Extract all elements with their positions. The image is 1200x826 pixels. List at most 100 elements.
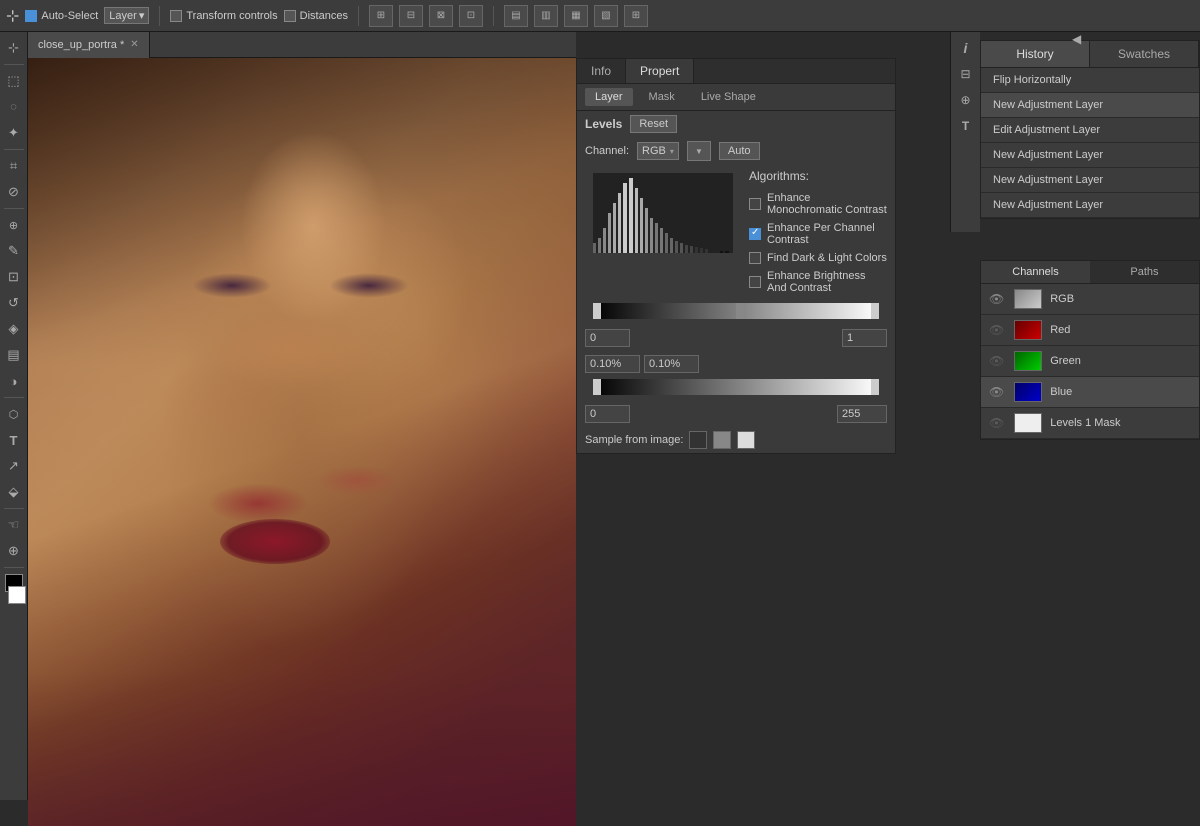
channel-select[interactable]: RGB ▾ (637, 142, 679, 160)
history-item-5[interactable]: New Adjustment Layer (981, 193, 1199, 218)
quick-select-tool[interactable]: ✦ (2, 121, 26, 145)
swatches-tab[interactable]: Swatches (1090, 41, 1199, 67)
align-right-btn[interactable]: ⊠ (429, 5, 453, 27)
eye-icon-rgb[interactable]: 👁 (989, 292, 1004, 306)
output-highlight-handle[interactable] (871, 379, 879, 395)
tab-info[interactable]: Info (577, 59, 626, 83)
type-tool[interactable]: T (2, 428, 26, 452)
input-slider[interactable] (593, 303, 879, 319)
channel-mask[interactable]: 👁 Levels 1 Mask (981, 408, 1199, 439)
eye-icon-green[interactable]: 👁 (989, 354, 1004, 368)
channels-tab[interactable]: Channels (981, 261, 1090, 283)
eraser-tool[interactable]: ◈ (2, 317, 26, 341)
align-top-btn[interactable]: ⊡ (459, 5, 483, 27)
output-max-field[interactable] (837, 405, 887, 423)
tab-properties[interactable]: Propert (626, 59, 694, 83)
history-item-3[interactable]: New Adjustment Layer (981, 143, 1199, 168)
eye-icon-mask[interactable]: 👁 (989, 416, 1004, 430)
subtab-layer[interactable]: Layer (585, 88, 633, 106)
channel-options-btn[interactable]: ▼ (687, 141, 711, 161)
channel-blue[interactable]: 👁 Blue (981, 377, 1199, 408)
close-tab-btn[interactable]: ✕ (130, 39, 138, 50)
layer-dropdown[interactable]: Layer ▾ (104, 7, 149, 24)
move-tool[interactable]: ⊹ (2, 36, 26, 60)
algo-checkbox-1[interactable] (749, 228, 761, 240)
auto-btn[interactable]: Auto (719, 142, 760, 160)
shape-tool[interactable]: ⬙ (2, 480, 26, 504)
pen-tool[interactable]: ⬡ (2, 402, 26, 426)
history-item-0[interactable]: Flip Horizontally (981, 68, 1199, 93)
move-icon: ⊹ (6, 6, 19, 26)
align-center-btn[interactable]: ⊟ (399, 5, 423, 27)
eye-icon-blue[interactable]: 👁 (989, 385, 1004, 399)
subtab-mask[interactable]: Mask (639, 88, 685, 106)
histogram-section: Algorithms: Enhance Monochromatic Contra… (577, 165, 895, 301)
output-slider[interactable] (593, 379, 879, 395)
toolbar-separator (159, 6, 160, 26)
reset-btn[interactable]: Reset (630, 115, 677, 133)
document-tab[interactable]: close_up_portra * ✕ (28, 32, 150, 58)
distribute-btn4[interactable]: ▧ (594, 5, 618, 27)
output-min-field[interactable] (585, 405, 630, 423)
history-item-2[interactable]: Edit Adjustment Layer (981, 118, 1199, 143)
transform-controls-checkbox[interactable] (170, 10, 182, 22)
auto-select-label: Auto-Select (41, 10, 98, 22)
eyedropper-tool[interactable]: ⊘ (2, 180, 26, 204)
channel-thumb-blue (1014, 382, 1042, 402)
distribute-btn1[interactable]: ▤ (504, 5, 528, 27)
history-menu: History Swatches Flip Horizontally New A… (980, 40, 1200, 219)
healing-tool[interactable]: ⊕ (2, 213, 26, 237)
distances-checkbox[interactable] (284, 10, 296, 22)
adjustment-icon-btn[interactable]: ⊕ (954, 88, 978, 112)
subtab-live-shape[interactable]: Live Shape (691, 88, 766, 106)
percent1-field[interactable] (585, 355, 640, 373)
sample-mid-swatch[interactable] (713, 431, 731, 449)
marquee-tool[interactable]: ⬚ (2, 69, 26, 93)
distribute-btn5[interactable]: ⊞ (624, 5, 648, 27)
channel-red[interactable]: 👁 Red (981, 315, 1199, 346)
type-icon-btn[interactable]: T (954, 114, 978, 138)
algo-checkbox-0[interactable] (749, 198, 761, 210)
histogram-svg (593, 173, 733, 253)
sample-highlight-swatch[interactable] (737, 431, 755, 449)
highlight-handle[interactable] (871, 303, 879, 319)
zoom-tool[interactable]: ⊕ (2, 539, 26, 563)
tool-separator-2 (4, 149, 24, 150)
hand-tool[interactable]: ☜ (2, 513, 26, 537)
algo-item-0: Enhance Monochromatic Contrast (749, 189, 887, 219)
paths-tab[interactable]: Paths (1090, 261, 1199, 283)
path-select-tool[interactable]: ↗ (2, 454, 26, 478)
canvas-image (28, 58, 576, 826)
channel-green[interactable]: 👁 Green (981, 346, 1199, 377)
percent2-field[interactable] (644, 355, 699, 373)
sample-shadow-swatch[interactable] (689, 431, 707, 449)
algo-checkbox-2[interactable] (749, 252, 761, 264)
lasso-tool[interactable]: ◌ (2, 95, 26, 119)
history-item-1[interactable]: New Adjustment Layer (981, 93, 1199, 118)
channel-rgb[interactable]: 👁 RGB (981, 284, 1199, 315)
clone-tool[interactable]: ⊡ (2, 265, 26, 289)
history-brush-tool[interactable]: ↺ (2, 291, 26, 315)
algo-checkbox-3[interactable] (749, 276, 761, 288)
dodge-tool[interactable]: ◑ (2, 369, 26, 393)
background-color[interactable] (8, 586, 26, 604)
input-min-field[interactable] (585, 329, 630, 347)
algo-item-1: Enhance Per Channel Contrast (749, 219, 887, 249)
properties-icon-btn[interactable]: ⊟ (954, 62, 978, 86)
crop-tool[interactable]: ⌗ (2, 154, 26, 178)
gradient-tool[interactable]: ▤ (2, 343, 26, 367)
output-shadow-handle[interactable] (593, 379, 601, 395)
input-max-field[interactable] (842, 329, 887, 347)
brush-tool[interactable]: ✎ (2, 239, 26, 263)
info-icon-btn[interactable]: i (954, 36, 978, 60)
distribute-btn3[interactable]: ▦ (564, 5, 588, 27)
midtone-handle[interactable] (736, 303, 744, 319)
align-left-btn[interactable]: ⊞ (369, 5, 393, 27)
history-item-4[interactable]: New Adjustment Layer (981, 168, 1199, 193)
panel-collapse-arrow[interactable]: ◀ (1072, 32, 1092, 46)
auto-select-checkbox[interactable] (25, 10, 37, 22)
tool-separator-3 (4, 208, 24, 209)
distribute-btn2[interactable]: ▥ (534, 5, 558, 27)
eye-icon-red[interactable]: 👁 (989, 323, 1004, 337)
shadow-handle[interactable] (593, 303, 601, 319)
